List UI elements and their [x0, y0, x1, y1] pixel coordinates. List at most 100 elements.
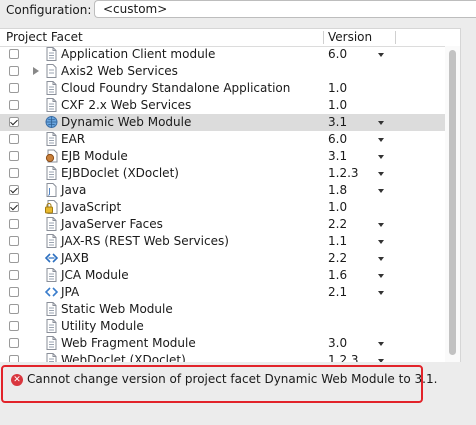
- facet-name: Application Client module: [61, 47, 216, 61]
- facet-checkbox[interactable]: [9, 100, 19, 110]
- document-icon: [45, 234, 58, 248]
- facet-row[interactable]: Cloud Foundry Standalone Application 1.0: [0, 80, 445, 97]
- document-icon: [45, 268, 58, 282]
- column-separator: [323, 31, 324, 44]
- facet-version[interactable]: 3.1: [328, 149, 347, 163]
- facet-checkbox[interactable]: [9, 219, 19, 229]
- error-icon: ✕: [11, 374, 23, 386]
- facet-checkbox[interactable]: [9, 49, 19, 59]
- version-dropdown-icon[interactable]: [378, 223, 384, 227]
- facet-name: Utility Module: [61, 319, 144, 333]
- facet-version[interactable]: 3.0: [328, 336, 347, 350]
- facet-checkbox[interactable]: [9, 66, 19, 76]
- facet-version: 1.0: [328, 200, 348, 214]
- expand-arrow-icon[interactable]: [33, 67, 39, 75]
- facet-checkbox[interactable]: [9, 117, 19, 127]
- configuration-value: <custom>: [103, 2, 168, 16]
- version-dropdown-icon[interactable]: [378, 172, 384, 176]
- facet-checkbox[interactable]: [9, 134, 19, 144]
- facet-row[interactable]: CXF 2.x Web Services 1.0: [0, 97, 445, 114]
- facet-row[interactable]: JAXB 2.2: [0, 250, 445, 267]
- facet-version[interactable]: 1.1: [328, 234, 347, 248]
- facet-checkbox[interactable]: [9, 236, 19, 246]
- configuration-row: Configuration: <custom>: [0, 0, 476, 22]
- facet-row[interactable]: JAX-RS (REST Web Services) 1.1: [0, 233, 445, 250]
- jpa-arrows-icon: [44, 285, 59, 299]
- facet-checkbox[interactable]: [9, 321, 19, 331]
- facet-name: JPA: [61, 285, 80, 299]
- message-area: ✕ Cannot change version of project facet…: [0, 362, 476, 425]
- facet-version: 1.0: [328, 81, 348, 95]
- javascript-lock-icon: [45, 200, 58, 214]
- facet-row[interactable]: J Java 1.8: [0, 182, 445, 199]
- facet-checkbox[interactable]: [9, 202, 19, 212]
- version-dropdown-icon[interactable]: [378, 138, 384, 142]
- facet-row[interactable]: EJBDoclet (XDoclet) 1.2.3: [0, 165, 445, 182]
- facet-row[interactable]: Utility Module: [0, 318, 445, 335]
- facet-checkbox[interactable]: [9, 83, 19, 93]
- version-dropdown-icon[interactable]: [378, 342, 384, 346]
- facet-row[interactable]: JavaServer Faces 2.2: [0, 216, 445, 233]
- facet-checkbox[interactable]: [9, 151, 19, 161]
- facet-name: EJBDoclet (XDoclet): [61, 166, 179, 180]
- facet-row[interactable]: Static Web Module: [0, 301, 445, 318]
- facet-row[interactable]: EAR 6.0: [0, 131, 445, 148]
- vertical-scrollbar[interactable]: [445, 46, 460, 365]
- facet-row[interactable]: JCA Module 1.6: [0, 267, 445, 284]
- column-header-facet[interactable]: Project Facet: [6, 30, 83, 44]
- document-icon: [45, 132, 58, 146]
- facet-name: CXF 2.x Web Services: [61, 98, 192, 112]
- facet-row[interactable]: EJB Module 3.1: [0, 148, 445, 165]
- facet-name: Static Web Module: [61, 302, 173, 316]
- document-icon: [45, 319, 58, 333]
- document-icon: [45, 81, 58, 95]
- version-dropdown-icon[interactable]: [378, 274, 384, 278]
- java-icon: J: [45, 183, 58, 197]
- version-dropdown-icon[interactable]: [378, 155, 384, 159]
- facet-row[interactable]: Web Fragment Module 3.0: [0, 335, 445, 352]
- configuration-combo[interactable]: <custom>: [94, 0, 476, 18]
- facet-checkbox[interactable]: [9, 168, 19, 178]
- jaxb-arrows-icon: [44, 251, 59, 265]
- facet-checkbox[interactable]: [9, 253, 19, 263]
- column-header-version[interactable]: Version: [328, 30, 372, 44]
- facet-checkbox[interactable]: [9, 270, 19, 280]
- facet-version[interactable]: 2.1: [328, 285, 347, 299]
- facet-version[interactable]: 2.2: [328, 217, 347, 231]
- facet-name: Java: [61, 183, 87, 197]
- facet-version[interactable]: 2.2: [328, 251, 347, 265]
- facet-name: Cloud Foundry Standalone Application: [61, 81, 291, 95]
- facet-version: 1.0: [328, 98, 348, 112]
- document-icon: [45, 336, 58, 350]
- globe-icon: [45, 115, 58, 129]
- document-icon: [45, 98, 58, 112]
- facet-version[interactable]: 1.2.3: [328, 166, 359, 180]
- facet-name: JavaServer Faces: [61, 217, 163, 231]
- facet-version[interactable]: 3.1: [328, 115, 347, 129]
- facet-row[interactable]: JavaScript 1.0: [0, 199, 445, 216]
- document-icon: [45, 302, 58, 316]
- scrollbar-thumb[interactable]: [449, 50, 456, 355]
- version-dropdown-icon[interactable]: [378, 257, 384, 261]
- version-dropdown-icon[interactable]: [378, 189, 384, 193]
- version-dropdown-icon[interactable]: [378, 53, 384, 57]
- facet-checkbox[interactable]: [9, 338, 19, 348]
- facet-version[interactable]: 1.6: [328, 268, 347, 282]
- facet-row[interactable]: JPA 2.1: [0, 284, 445, 301]
- error-message-box: ✕ Cannot change version of project facet…: [1, 365, 437, 403]
- version-dropdown-icon[interactable]: [378, 240, 384, 244]
- document-icon: [45, 166, 58, 180]
- facet-checkbox[interactable]: [9, 185, 19, 195]
- facet-row[interactable]: Application Client module 6.0: [0, 46, 445, 63]
- svg-text:J: J: [47, 187, 50, 196]
- facets-table: Project Facet Version Application Client…: [0, 28, 461, 365]
- facet-checkbox[interactable]: [9, 287, 19, 297]
- version-dropdown-icon[interactable]: [378, 121, 384, 125]
- facet-row[interactable]: Dynamic Web Module 3.1: [0, 114, 445, 131]
- facet-checkbox[interactable]: [9, 304, 19, 314]
- version-dropdown-icon[interactable]: [378, 291, 384, 295]
- facet-row[interactable]: Axis2 Web Services: [0, 63, 445, 80]
- facet-version[interactable]: 6.0: [328, 47, 347, 61]
- facet-version[interactable]: 6.0: [328, 132, 347, 146]
- facet-version[interactable]: 1.8: [328, 183, 347, 197]
